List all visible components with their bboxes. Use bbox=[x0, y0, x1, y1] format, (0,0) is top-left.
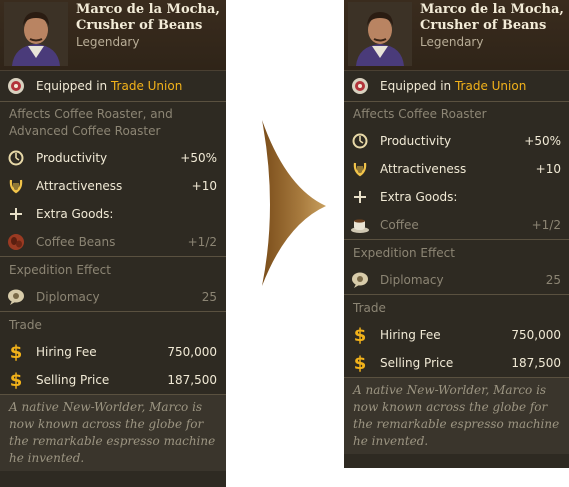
equipped-place: Trade Union bbox=[454, 79, 527, 93]
portrait-icon bbox=[348, 2, 412, 66]
expedition-row: Diplomacy 25 bbox=[344, 266, 569, 294]
coffee-cup-icon bbox=[350, 215, 370, 235]
rarity-label: Legendary bbox=[76, 35, 140, 49]
dollar-icon: $ bbox=[9, 369, 23, 391]
equipped-row: Equipped in Trade Union bbox=[0, 71, 226, 101]
extra-good-value: +1/2 bbox=[531, 218, 561, 232]
selling-price-row: $ Selling Price 187,500 bbox=[0, 366, 226, 394]
portrait-icon bbox=[4, 2, 68, 66]
selling-price-value: 187,500 bbox=[511, 356, 561, 370]
expedition-row: Diplomacy 25 bbox=[0, 283, 226, 311]
equipped-prefix: Equipped in bbox=[36, 79, 108, 93]
stat-label: Attractiveness bbox=[36, 179, 123, 193]
speech-icon bbox=[350, 270, 370, 290]
tooltip-header: Marco de la Mocha, Crusher of Beans Lege… bbox=[0, 0, 226, 71]
item-tooltip-right: Marco de la Mocha, Crusher of Beans Lege… bbox=[344, 0, 569, 468]
selling-price-label: Selling Price bbox=[380, 356, 454, 370]
tooltip-header: Marco de la Mocha, Crusher of Beans Lege… bbox=[344, 0, 569, 71]
stat-label: Attractiveness bbox=[380, 162, 467, 176]
selling-price-row: $ Selling Price 187,500 bbox=[344, 349, 569, 377]
equipped-place: Trade Union bbox=[110, 79, 183, 93]
stat-label: Productivity bbox=[380, 134, 452, 148]
stat-value: +10 bbox=[191, 179, 217, 193]
rarity-label: Legendary bbox=[420, 35, 484, 49]
gear-icon bbox=[6, 148, 26, 168]
hiring-fee-label: Hiring Fee bbox=[380, 328, 441, 342]
lyre-icon bbox=[350, 159, 370, 179]
expedition-value: 25 bbox=[201, 290, 217, 304]
equipped-prefix: Equipped in bbox=[380, 79, 452, 93]
affects-text: Affects Coffee Roaster, and Advanced Cof… bbox=[9, 107, 173, 138]
extra-goods-label: Extra Goods: bbox=[36, 207, 114, 221]
expedition-value: 25 bbox=[545, 273, 561, 287]
trade-union-icon bbox=[6, 76, 26, 96]
stat-row-productivity: Productivity +50% bbox=[0, 144, 226, 172]
expedition-label: Diplomacy bbox=[380, 273, 444, 287]
stat-value: +10 bbox=[535, 162, 561, 176]
extra-goods-label: Extra Goods: bbox=[380, 190, 458, 204]
flavor-text: A native New-Worlder, Marco is now known… bbox=[0, 395, 226, 471]
stat-row-attractiveness: Attractiveness +10 bbox=[344, 155, 569, 183]
hiring-fee-row: $ Hiring Fee 750,000 bbox=[344, 321, 569, 349]
expedition-label: Diplomacy bbox=[36, 290, 100, 304]
plus-icon bbox=[350, 187, 370, 207]
equipped-row: Equipped in Trade Union bbox=[344, 71, 569, 101]
stat-value: +50% bbox=[524, 134, 561, 148]
speech-icon bbox=[6, 287, 26, 307]
extra-good-label: Coffee bbox=[380, 218, 419, 232]
hiring-fee-row: $ Hiring Fee 750,000 bbox=[0, 338, 226, 366]
extra-good-value: +1/2 bbox=[187, 235, 217, 249]
coffee-beans-icon bbox=[6, 232, 26, 252]
specialist-name: Marco de la Mocha, Crusher of Beans bbox=[76, 2, 220, 33]
stat-value: +50% bbox=[180, 151, 217, 165]
expedition-title: Expedition Effect bbox=[9, 263, 111, 277]
selling-price-value: 187,500 bbox=[167, 373, 217, 387]
specialist-name: Marco de la Mocha, Crusher of Beans bbox=[420, 2, 564, 33]
selling-price-label: Selling Price bbox=[36, 373, 110, 387]
dollar-icon: $ bbox=[353, 324, 367, 346]
hiring-fee-label: Hiring Fee bbox=[36, 345, 97, 359]
extra-good-row: Coffee +1/2 bbox=[344, 211, 569, 239]
stat-row-productivity: Productivity +50% bbox=[344, 127, 569, 155]
gear-icon bbox=[350, 131, 370, 151]
item-tooltip-left: Marco de la Mocha, Crusher of Beans Lege… bbox=[0, 0, 226, 487]
expedition-title: Expedition Effect bbox=[353, 246, 455, 260]
extra-good-row: Coffee Beans +1/2 bbox=[0, 228, 226, 256]
dollar-icon: $ bbox=[353, 352, 367, 374]
affects-text: Affects Coffee Roaster bbox=[353, 107, 487, 121]
stat-label: Productivity bbox=[36, 151, 108, 165]
trade-title: Trade bbox=[9, 318, 42, 332]
trade-title: Trade bbox=[353, 301, 386, 315]
extra-goods-row: Extra Goods: bbox=[344, 183, 569, 211]
trade-union-icon bbox=[350, 76, 370, 96]
dollar-icon: $ bbox=[9, 341, 23, 363]
arrow-right-icon bbox=[262, 120, 326, 286]
plus-icon bbox=[6, 204, 26, 224]
extra-good-label: Coffee Beans bbox=[36, 235, 116, 249]
hiring-fee-value: 750,000 bbox=[167, 345, 217, 359]
extra-goods-row: Extra Goods: bbox=[0, 200, 226, 228]
stat-row-attractiveness: Attractiveness +10 bbox=[0, 172, 226, 200]
flavor-text: A native New-Worlder, Marco is now known… bbox=[344, 378, 569, 454]
hiring-fee-value: 750,000 bbox=[511, 328, 561, 342]
lyre-icon bbox=[6, 176, 26, 196]
